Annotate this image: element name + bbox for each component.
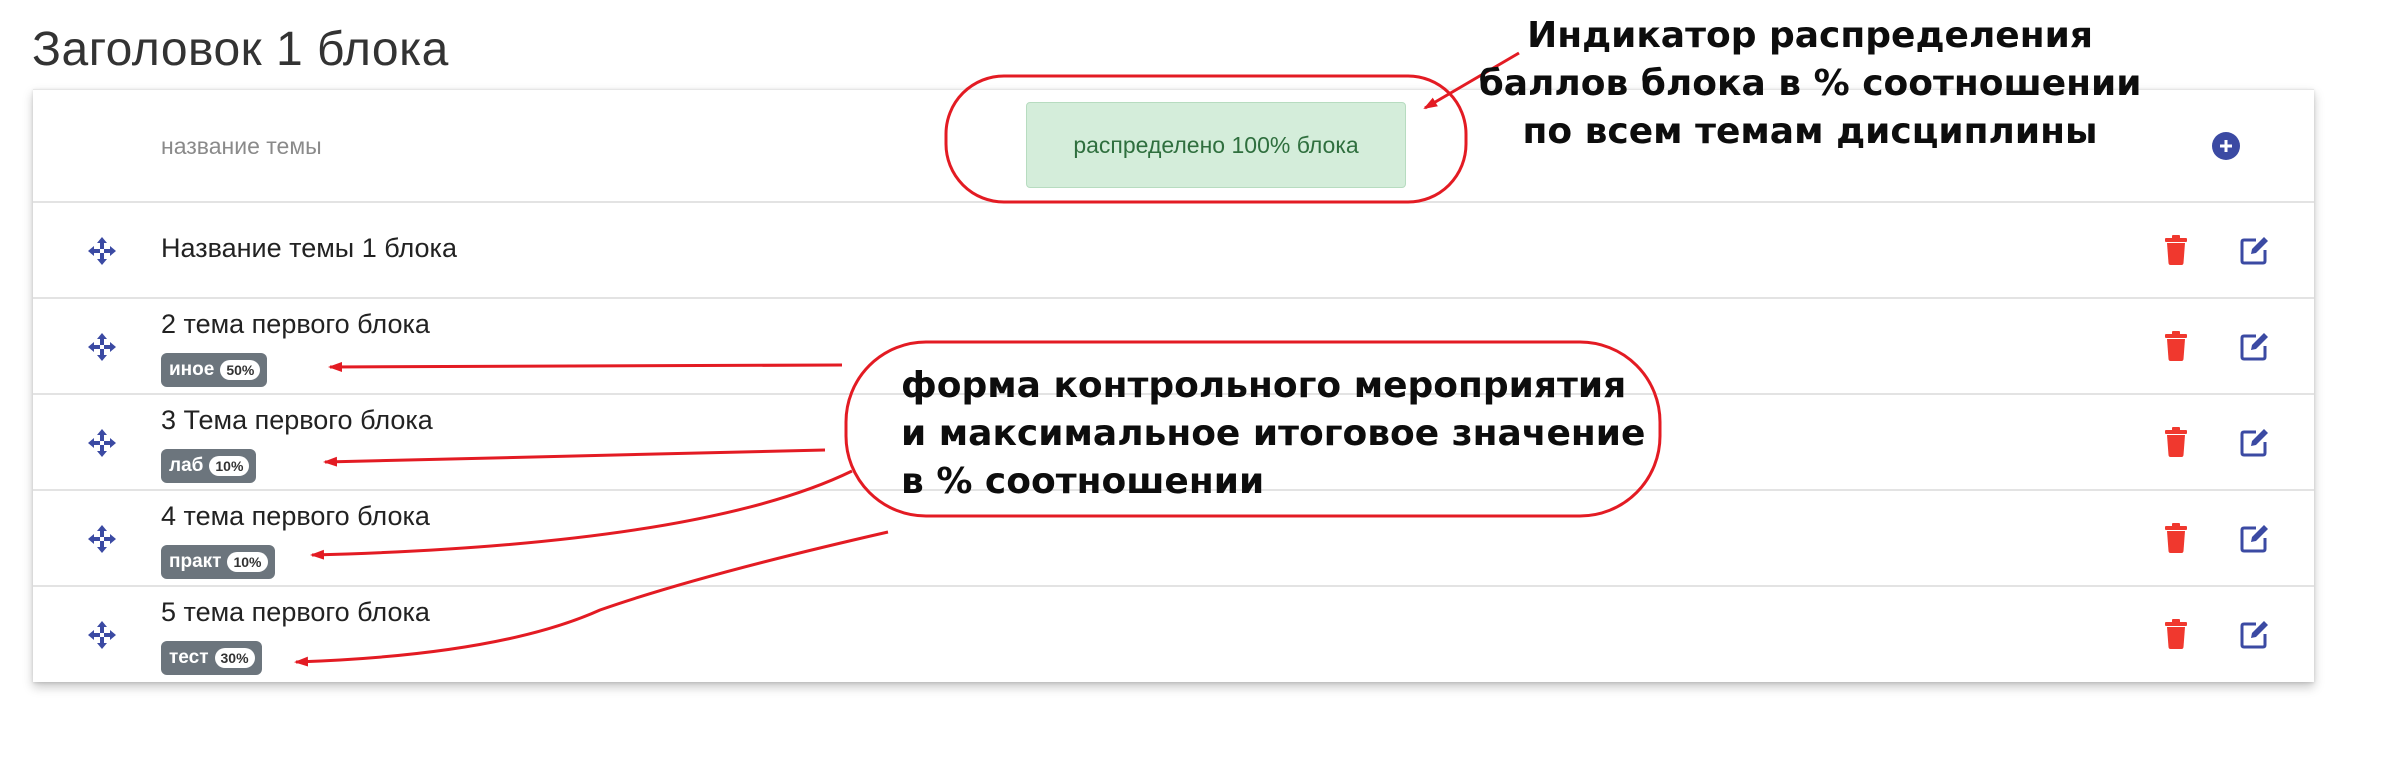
topic-name-column-header: название темы [161,133,322,159]
trash-icon[interactable] [2163,619,2189,649]
annotation-line: в % соотношении [901,461,1265,502]
max-percent-pill: 10% [209,456,250,476]
trash-icon[interactable] [2163,427,2189,457]
control-form-badge: иное 50% [161,353,268,387]
max-percent-pill: 30% [214,648,255,668]
arrows-move-icon[interactable] [87,620,117,650]
topic-row: 5 тема первого блока тест 30% [33,587,2314,682]
distribution-indicator: распределено 100% блока [1026,102,1406,188]
indicator-annotation: Индикатор распределения баллов блока в %… [1460,12,2160,156]
control-form-label: иное [169,359,215,380]
edit-icon[interactable] [2239,234,2271,266]
topic-title: 2 тема первого блока [161,309,430,339]
topic-title: 3 Тема первого блока [161,405,433,435]
annotation-line: форма контрольного мероприятия [901,365,1627,406]
control-form-badge: лаб 10% [161,449,257,483]
edit-icon[interactable] [2239,618,2271,650]
annotation-line: баллов блока в % соотношении [1478,63,2142,104]
arrows-move-icon[interactable] [87,524,117,554]
block-title: Заголовок 1 блока [32,23,449,76]
max-percent-pill: 10% [227,552,268,572]
control-form-badge: тест 30% [161,641,262,675]
control-form-label: лаб [169,455,204,476]
trash-icon[interactable] [2163,235,2189,265]
topic-title: Название темы 1 блока [161,233,457,263]
plus-circle-icon [2220,140,2232,152]
trash-icon[interactable] [2163,523,2189,553]
annotation-line: по всем темам дисциплины [1522,111,2098,152]
edit-icon[interactable] [2239,522,2271,554]
add-topic-button[interactable] [2212,132,2240,160]
arrows-move-icon[interactable] [87,236,117,266]
edit-icon[interactable] [2239,330,2271,362]
topic-title: 5 тема первого блока [161,597,430,627]
control-form-badge: практ 10% [161,545,275,579]
topic-title: 4 тема первого блока [161,501,430,531]
annotation-line: и максимальное итоговое значение [901,413,1646,454]
max-percent-pill: 50% [220,360,261,380]
arrows-move-icon[interactable] [87,428,117,458]
arrows-move-icon[interactable] [87,332,117,362]
control-form-label: тест [169,647,209,668]
trash-icon[interactable] [2163,331,2189,361]
annotation-line: Индикатор распределения [1527,15,2093,56]
topic-row: Название темы 1 блока [33,203,2314,299]
control-form-label: практ [169,551,222,572]
edit-icon[interactable] [2239,426,2271,458]
form-annotation: форма контрольного мероприятия и максима… [901,362,1671,506]
